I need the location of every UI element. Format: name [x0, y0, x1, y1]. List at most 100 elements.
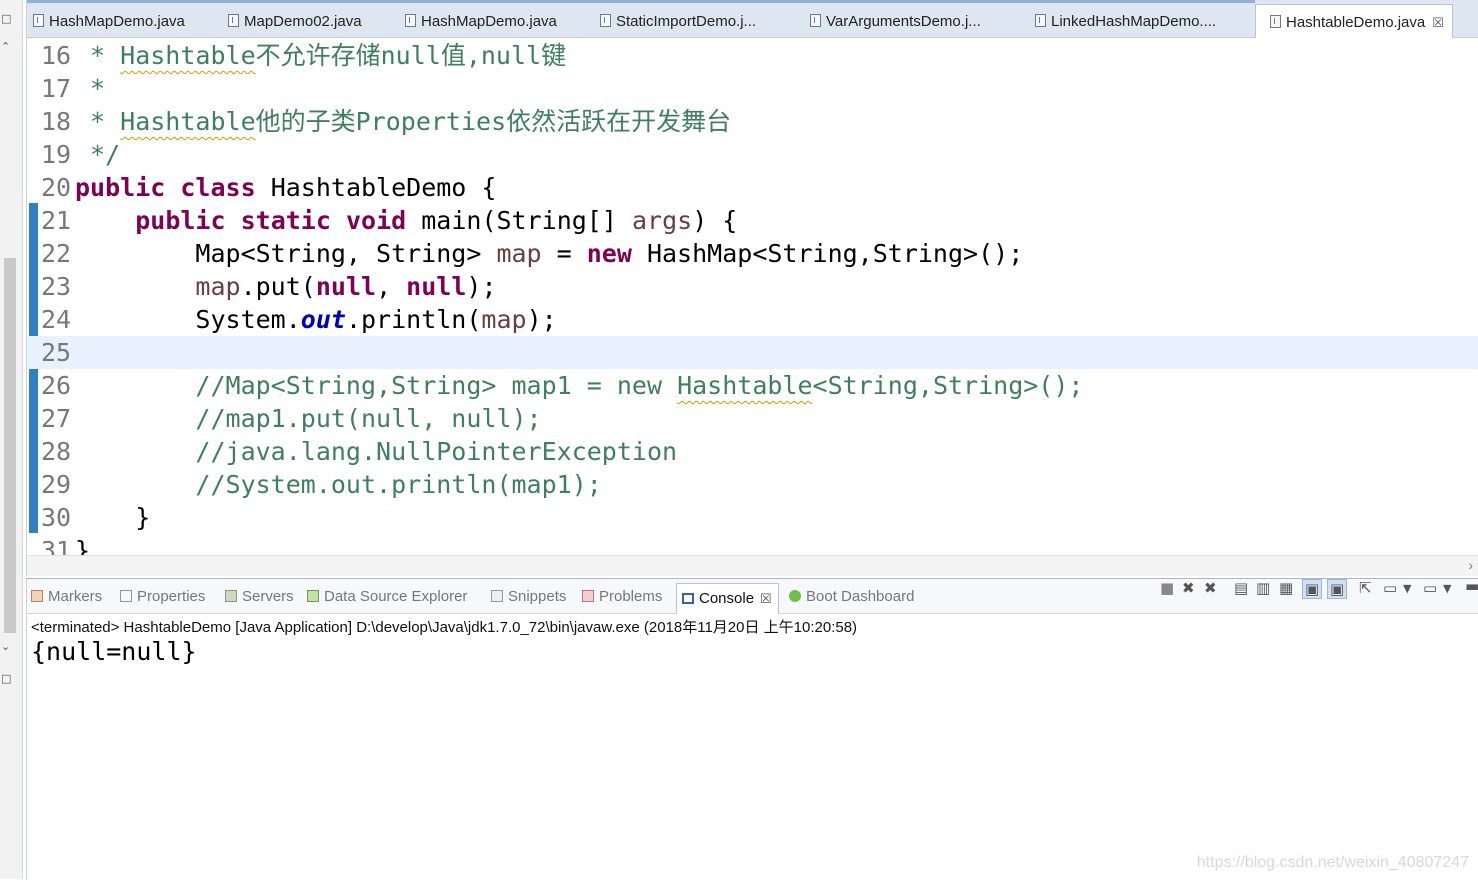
restore-icon[interactable]: □	[1, 672, 11, 685]
watermark: https://blog.csdn.net/weixin_40807247	[1196, 854, 1469, 871]
code-line[interactable]: 30 }	[27, 501, 1478, 534]
code-text[interactable]: * Hashtable他的子类Properties依然活跃在开发舞台	[75, 105, 731, 138]
code-line[interactable]: 26 //Map<String,String> map1 = new Hasht…	[27, 369, 1478, 402]
code-line[interactable]: 31}	[27, 534, 1478, 555]
servers-icon	[225, 590, 237, 602]
code-text[interactable]: *	[75, 72, 105, 105]
code-line[interactable]: 21 public static void main(String[] args…	[27, 204, 1478, 237]
clear-console-icon[interactable]: ▤	[1234, 579, 1248, 597]
display-console-icon[interactable]: ▭	[1383, 579, 1397, 597]
console-view: Markers Properties Servers Data Source E…	[26, 577, 1478, 880]
tab-servers[interactable]: Servers	[225, 588, 294, 605]
line-number: 19	[41, 140, 72, 169]
code-text[interactable]: //java.lang.NullPointerException	[75, 435, 677, 468]
problems-icon	[582, 590, 594, 602]
code-text[interactable]: public static void main(String[] args) {	[75, 204, 737, 237]
code-line[interactable]: 22 Map<String, String> map = new HashMap…	[27, 237, 1478, 270]
close-tab-icon[interactable]: ☒	[1432, 15, 1444, 30]
code-text[interactable]: System.out.println(map);	[75, 303, 556, 336]
code-line[interactable]: 29 //System.out.println(map1);	[27, 468, 1478, 501]
code-line[interactable]: 27 //map1.put(null, null);	[27, 402, 1478, 435]
tab-label: Properties	[137, 588, 206, 605]
tab-problems[interactable]: Problems	[582, 588, 662, 605]
remove-launch-icon[interactable]: ✖	[1182, 579, 1195, 597]
tab-boot-dashboard[interactable]: Boot Dashboard	[789, 588, 914, 605]
side-scrollbar-thumb[interactable]	[4, 258, 16, 633]
code-line[interactable]: 28 //java.lang.NullPointerException	[27, 435, 1478, 468]
tab-strip-indicator	[27, 0, 1255, 3]
tab-label: Console	[699, 590, 755, 607]
tab-markers[interactable]: Markers	[31, 588, 102, 605]
minimize-icon[interactable]: ▬	[1465, 577, 1478, 595]
java-file-icon	[1270, 15, 1281, 28]
code-text[interactable]: }	[75, 534, 90, 555]
code-text[interactable]: //map1.put(null, null);	[75, 402, 541, 435]
tab-label: Servers	[242, 588, 294, 605]
tab-snippets[interactable]: Snippets	[491, 588, 566, 605]
code-text[interactable]: */	[75, 138, 120, 171]
code-text[interactable]: public class HashtableDemo {	[75, 171, 496, 204]
code-line[interactable]: 23 map.put(null, null);	[27, 270, 1478, 303]
terminate-icon[interactable]: ■	[1160, 579, 1174, 597]
chevron-down-icon[interactable]: ▼	[1403, 582, 1411, 595]
data-source-icon	[307, 590, 319, 602]
tab-data-source-explorer[interactable]: Data Source Explorer	[307, 588, 467, 605]
tab-console[interactable]: Console ☒	[676, 583, 779, 614]
line-number: 23	[41, 272, 72, 301]
show-on-output-icon[interactable]: ▣	[1302, 579, 1323, 599]
console-icon	[682, 593, 694, 604]
code-text[interactable]: }	[75, 501, 150, 534]
editor-tab[interactable]: StaticImportDemo.j...	[600, 6, 805, 36]
code-line[interactable]: 17 *	[27, 72, 1478, 105]
line-number: 22	[41, 239, 72, 268]
code-line[interactable]: 16 * Hashtable不允许存储null值,null键	[27, 39, 1478, 72]
line-number: 29	[41, 470, 72, 499]
chevron-down-icon[interactable]: ▼	[1443, 582, 1451, 595]
tab-properties[interactable]: Properties	[120, 588, 205, 605]
java-file-icon	[228, 14, 239, 27]
line-number: 20	[41, 173, 72, 202]
line-number: 16	[41, 41, 72, 70]
tab-label: Data Source Explorer	[324, 588, 468, 605]
editor-tab[interactable]: MapDemo02.java	[228, 6, 398, 36]
code-text[interactable]: //System.out.println(map1);	[75, 468, 601, 501]
code-area[interactable]: 16 * Hashtable不允许存储null值,null键 17 * 18 * H…	[27, 37, 1478, 555]
code-text[interactable]: * Hashtable不允许存储null值,null键	[75, 39, 566, 72]
line-number: 17	[41, 74, 72, 103]
tab-label: Boot Dashboard	[806, 588, 915, 605]
scroll-up-icon[interactable]: ⌃	[1, 40, 10, 53]
code-text[interactable]: //Map<String,String> map1 = new Hashtabl…	[75, 369, 1083, 402]
editor-tab[interactable]: HashMapDemo.java	[405, 6, 595, 36]
editor-tab[interactable]: LinkedHashMapDemo....	[1035, 6, 1257, 36]
editor-tab[interactable]: HashMapDemo.java	[33, 6, 223, 36]
code-line[interactable]: 25	[27, 336, 1478, 369]
code-line[interactable]: 19 */	[27, 138, 1478, 171]
code-editor: HashMapDemo.java MapDemo02.java HashMapD…	[26, 0, 1478, 576]
editor-tab-active[interactable]: HashtableDemo.java ☒	[1255, 4, 1453, 38]
code-line[interactable]: 20 public class HashtableDemo {	[27, 171, 1478, 204]
show-on-error-icon[interactable]: ▣	[1327, 579, 1348, 599]
java-file-icon	[810, 14, 821, 27]
code-text[interactable]: map.put(null, null);	[75, 270, 496, 303]
code-text[interactable]: Map<String, String> map = new HashMap<St…	[75, 237, 1023, 270]
scroll-right-icon[interactable]: ›	[1468, 557, 1473, 573]
scroll-down-icon[interactable]: ⌄	[1, 640, 10, 653]
close-tab-icon[interactable]: ☒	[760, 591, 772, 606]
editor-tab[interactable]: VarArgumentsDemo.j...	[810, 6, 1030, 36]
tab-label: Snippets	[508, 588, 567, 605]
pin-console-icon[interactable]: ⇱	[1359, 579, 1372, 597]
tab-label: Problems	[599, 588, 663, 605]
console-output[interactable]: {null=null}	[31, 637, 197, 666]
line-number: 28	[41, 437, 72, 466]
line-number: 31	[41, 536, 72, 555]
restore-icon[interactable]: □	[1, 12, 11, 25]
scroll-lock-icon[interactable]: ▥	[1256, 579, 1270, 597]
horizontal-scrollbar[interactable]: ›	[27, 555, 1478, 576]
tab-label: MapDemo02.java	[244, 13, 362, 30]
tab-label: HashtableDemo.java	[1286, 14, 1426, 31]
remove-all-launches-icon[interactable]: ✖	[1204, 579, 1217, 597]
code-line[interactable]: 24 System.out.println(map);	[27, 303, 1478, 336]
code-line[interactable]: 18 * Hashtable他的子类Properties依然活跃在开发舞台	[27, 105, 1478, 138]
open-console-icon[interactable]: ▭	[1423, 579, 1437, 597]
word-wrap-icon[interactable]: ▦	[1279, 579, 1293, 597]
